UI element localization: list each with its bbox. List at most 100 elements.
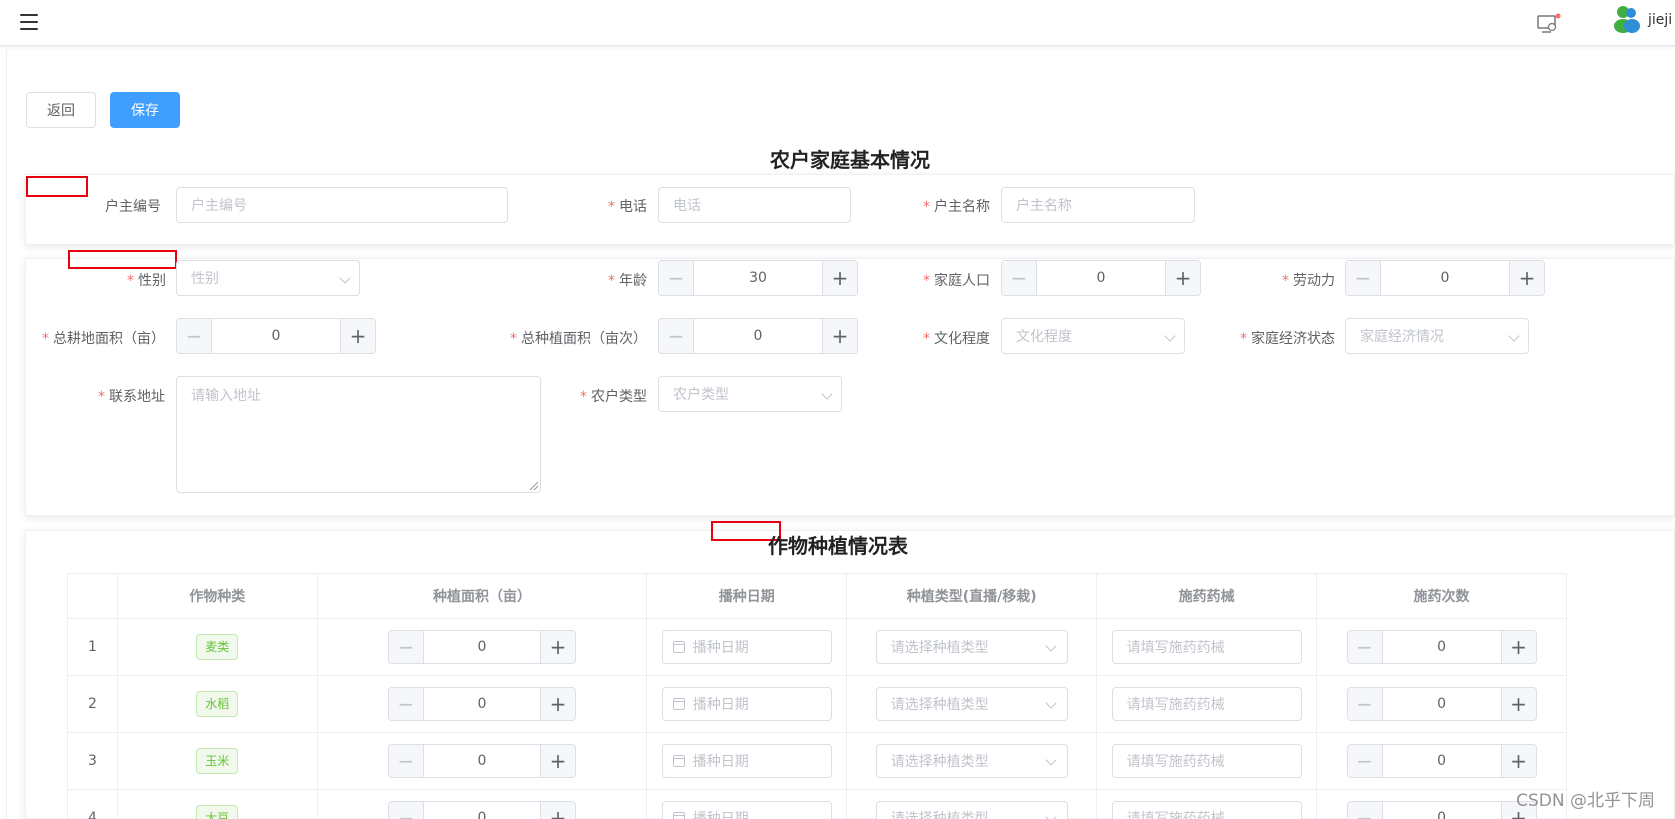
- increment-button[interactable]: +: [340, 319, 375, 353]
- family-size-stepper[interactable]: − 0 +: [1001, 260, 1201, 296]
- age-value[interactable]: 30: [694, 261, 822, 295]
- sowing-date-picker[interactable]: 播种日期: [661, 630, 832, 664]
- spray-count-value[interactable]: 0: [1383, 631, 1501, 663]
- decrement-button[interactable]: −: [1347, 802, 1383, 819]
- save-button[interactable]: 保存: [110, 92, 180, 128]
- spray-count-value[interactable]: 0: [1383, 688, 1501, 720]
- farmer-type-select[interactable]: 农户类型: [658, 376, 842, 412]
- spray-count-cell: −0 +: [1316, 732, 1567, 790]
- decrement-button[interactable]: −: [388, 745, 424, 777]
- planting-type-select[interactable]: 请选择种植类型: [875, 687, 1068, 721]
- avatar[interactable]: [1612, 4, 1642, 34]
- monitor-settings-icon[interactable]: [1537, 13, 1561, 35]
- increment-button[interactable]: +: [539, 802, 575, 819]
- planting-area-value[interactable]: 0: [694, 319, 822, 353]
- phone-label: * 电话: [608, 199, 647, 215]
- decrement-button[interactable]: −: [1346, 261, 1381, 295]
- resize-handle-icon[interactable]: [530, 482, 538, 490]
- decrement-button[interactable]: −: [177, 319, 212, 353]
- calendar-icon: [672, 755, 685, 767]
- area-stepper[interactable]: −0 +: [387, 687, 576, 721]
- planting-type-select[interactable]: 请选择种植类型: [875, 744, 1068, 778]
- family-size-value[interactable]: 0: [1037, 261, 1165, 295]
- sowing-date-picker[interactable]: 播种日期: [661, 801, 832, 819]
- farmland-area-stepper[interactable]: − 0 +: [176, 318, 376, 354]
- area-stepper[interactable]: −0 +: [387, 744, 576, 778]
- household-id-input[interactable]: 户主编号: [176, 187, 508, 223]
- labor-stepper[interactable]: − 0 +: [1345, 260, 1545, 296]
- spray-count-stepper[interactable]: −0 +: [1346, 801, 1537, 819]
- crop-tag: 水稻: [196, 691, 239, 717]
- user-name[interactable]: jieji: [1648, 12, 1672, 28]
- economic-status-select[interactable]: 家庭经济情况: [1345, 318, 1529, 354]
- age-label: * 年龄: [608, 273, 647, 289]
- planting-type-select[interactable]: 请选择种植类型: [875, 801, 1068, 819]
- date-cell: 播种日期: [646, 618, 848, 676]
- owner-name-input[interactable]: 户主名称: [1001, 187, 1195, 223]
- area-cell: −0 +: [316, 789, 648, 819]
- equipment-input[interactable]: 请填写施药药械: [1111, 744, 1302, 778]
- decrement-button[interactable]: −: [388, 802, 424, 819]
- education-select[interactable]: 文化程度: [1001, 318, 1185, 354]
- equipment-input[interactable]: 请填写施药药械: [1111, 801, 1302, 819]
- row-index: 2: [67, 675, 118, 733]
- farmland-area-value[interactable]: 0: [212, 319, 340, 353]
- chevron-down-icon: [1164, 330, 1176, 342]
- equipment-input[interactable]: 请填写施药药械: [1111, 630, 1302, 664]
- age-stepper[interactable]: − 30 +: [658, 260, 858, 296]
- increment-button[interactable]: +: [822, 261, 857, 295]
- area-cell: −0 +: [316, 732, 648, 790]
- sowing-date-picker[interactable]: 播种日期: [661, 687, 832, 721]
- column-header: 施药次数: [1316, 573, 1567, 619]
- increment-button[interactable]: +: [1500, 745, 1536, 777]
- decrement-button[interactable]: −: [1347, 745, 1383, 777]
- increment-button[interactable]: +: [539, 688, 575, 720]
- spray-count-value[interactable]: 0: [1383, 745, 1501, 777]
- decrement-button[interactable]: −: [1347, 688, 1383, 720]
- spray-count-stepper[interactable]: −0 +: [1346, 687, 1537, 721]
- decrement-button[interactable]: −: [388, 631, 424, 663]
- area-stepper[interactable]: −0 +: [387, 801, 576, 819]
- increment-button[interactable]: +: [1500, 688, 1536, 720]
- area-value[interactable]: 0: [424, 631, 540, 663]
- menu-icon[interactable]: [20, 14, 38, 30]
- date-cell: 播种日期: [646, 675, 848, 733]
- increment-button[interactable]: +: [539, 745, 575, 777]
- spray-count-stepper[interactable]: −0 +: [1346, 744, 1537, 778]
- spray-count-stepper[interactable]: −0 +: [1346, 630, 1537, 664]
- address-textarea[interactable]: 请输入地址: [176, 376, 541, 493]
- equipment-cell: 请填写施药药械: [1096, 732, 1318, 790]
- area-cell: −0 +: [316, 675, 648, 733]
- area-value[interactable]: 0: [424, 802, 540, 819]
- planting-area-stepper[interactable]: − 0 +: [658, 318, 858, 354]
- decrement-button[interactable]: −: [659, 319, 694, 353]
- crop-tag: 麦类: [196, 634, 239, 660]
- sowing-date-picker[interactable]: 播种日期: [661, 744, 832, 778]
- decrement-button[interactable]: −: [1002, 261, 1037, 295]
- decrement-button[interactable]: −: [1347, 631, 1383, 663]
- increment-button[interactable]: +: [1500, 631, 1536, 663]
- chevron-down-icon: [1045, 811, 1057, 819]
- spray-count-cell: −0 +: [1316, 675, 1567, 733]
- back-button[interactable]: 返回: [26, 92, 96, 128]
- area-value[interactable]: 0: [424, 688, 540, 720]
- decrement-button[interactable]: −: [388, 688, 424, 720]
- column-header: 施药药械: [1096, 573, 1318, 619]
- increment-button[interactable]: +: [1509, 261, 1544, 295]
- decrement-button[interactable]: −: [659, 261, 694, 295]
- increment-button[interactable]: +: [539, 631, 575, 663]
- phone-input[interactable]: 电话: [658, 187, 851, 223]
- increment-button[interactable]: +: [1165, 261, 1200, 295]
- area-stepper[interactable]: −0 +: [387, 630, 576, 664]
- labor-value[interactable]: 0: [1381, 261, 1509, 295]
- area-value[interactable]: 0: [424, 745, 540, 777]
- planting-type-select[interactable]: 请选择种植类型: [875, 630, 1068, 664]
- increment-button[interactable]: +: [822, 319, 857, 353]
- spray-count-value[interactable]: 0: [1383, 802, 1501, 819]
- household-id-label: 户主编号: [105, 199, 161, 215]
- annotation-box: [26, 176, 88, 197]
- gender-label: * 性别: [127, 273, 166, 289]
- crop-table: 作物种类 种植面积（亩） 播种日期 种植类型(直播/移栽) 施药药械 施药次数 …: [67, 573, 1567, 819]
- equipment-input[interactable]: 请填写施药药械: [1111, 687, 1302, 721]
- gender-select[interactable]: 性别: [176, 260, 360, 296]
